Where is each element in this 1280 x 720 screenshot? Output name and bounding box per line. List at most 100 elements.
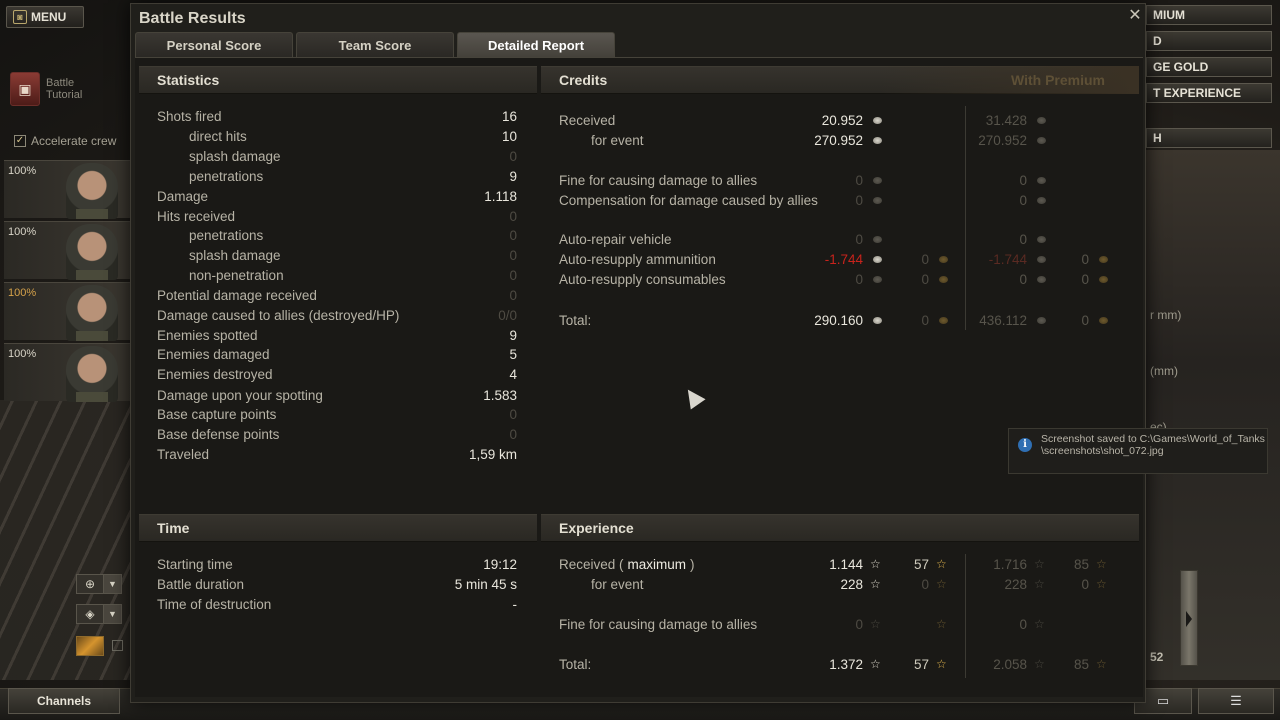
stat-label: Damage — [157, 188, 209, 204]
credits-label: Total: — [559, 312, 592, 328]
premium-credits-value: 0 — [1019, 192, 1027, 208]
gold-star-icon: ☆ — [936, 617, 947, 631]
crew-portrait — [66, 346, 118, 402]
experience-label: for event — [591, 576, 644, 592]
premium-credits-value: -1.744 — [988, 251, 1027, 267]
crew-member-2[interactable]: 100% — [4, 221, 130, 280]
carousel-count: 52 — [1150, 650, 1164, 664]
stat-value: 9 — [509, 327, 517, 343]
stat-row: penetrations 0 — [189, 225, 517, 245]
stat-row: Damage upon your spotting 1.583 — [157, 385, 517, 405]
stat-label: Base defense points — [157, 426, 280, 442]
small-checkbox[interactable] — [112, 640, 123, 651]
toast-text: Screenshot saved to C:\Games\World_of_Ta… — [1041, 433, 1265, 457]
stat-value: 1.118 — [484, 188, 517, 204]
stat-row: non-penetration 0 — [189, 265, 517, 285]
stat-label: Enemies destroyed — [157, 366, 273, 382]
battle-tutorial-button[interactable]: ▣ Battle Tutorial — [10, 72, 92, 106]
credits-row: Auto-repair vehicle 0 0 — [559, 229, 1119, 249]
credits-icon — [1037, 196, 1046, 204]
premium-credits-value: 0 — [1019, 172, 1027, 188]
credits-row: Auto-resupply ammunition -1.744 0 -1.744 0 — [559, 249, 1119, 269]
crew-portrait — [66, 163, 118, 219]
exchange-gold-button[interactable]: GE GOLD — [1146, 57, 1272, 77]
credits-value: 0 — [855, 192, 863, 208]
gold-star-icon: ☆ — [936, 657, 947, 671]
notifications-icon[interactable]: ☰ — [1198, 688, 1274, 714]
gold-button[interactable]: D — [1146, 31, 1272, 51]
time-header: Time — [139, 514, 537, 542]
crew-pct: 100% — [8, 226, 37, 238]
tutorial-label: Battle Tutorial — [46, 77, 83, 101]
time-row: Battle duration 5 min 45 s — [157, 574, 517, 594]
screenshot-toast[interactable]: i Screenshot saved to C:\Games\World_of_… — [1008, 428, 1268, 474]
premium-gold-value: 0 — [1081, 251, 1089, 267]
credits-value: -1.744 — [824, 251, 863, 267]
credits-icon — [873, 275, 882, 283]
stat-label: Traveled — [157, 446, 210, 462]
gold-icon — [939, 255, 948, 263]
stat-value: 0/0 — [498, 307, 517, 323]
stat-row: Base capture points 0 — [157, 404, 517, 424]
tab-bar: Personal Score Team Score Detailed Repor… — [135, 32, 615, 57]
tab-personal-score[interactable]: Personal Score — [135, 32, 293, 57]
credits-label: Fine for causing damage to allies — [559, 172, 758, 188]
stat-value: 10 — [501, 128, 517, 144]
time-value: 5 min 45 s — [454, 576, 517, 592]
premium-button[interactable]: MIUM — [1146, 5, 1272, 25]
carousel-arrow[interactable] — [1180, 570, 1198, 666]
close-icon[interactable]: ✕ — [1127, 8, 1143, 24]
spec-note: r mm) — [1150, 308, 1182, 322]
stat-value: 0 — [509, 227, 517, 243]
experience-value: 1.144 — [829, 556, 863, 572]
premium-credits-value: 436.112 — [979, 312, 1027, 328]
stat-row: splash damage 0 — [189, 146, 517, 166]
tab-team-score[interactable]: Team Score — [296, 32, 454, 57]
credits-row: Fine for causing damage to allies 0 0 — [559, 170, 1119, 190]
star-icon: ☆ — [1034, 657, 1045, 671]
menu-button[interactable]: ◙ MENU — [6, 6, 84, 28]
crew-pct: 100% — [8, 348, 37, 360]
convert-experience-button[interactable]: T EXPERIENCE — [1146, 83, 1272, 103]
stat-row: Damage caused to allies (destroyed/HP) 0/… — [157, 305, 517, 325]
accelerate-crew-toggle[interactable]: ✓ Accelerate crew — [14, 134, 116, 148]
credits-icon — [1037, 116, 1046, 124]
stat-value: 0 — [509, 426, 517, 442]
stat-label: direct hits — [189, 128, 247, 144]
premium-gold-value: 0 — [1081, 312, 1089, 328]
stat-row: Traveled 1,59 km — [157, 444, 517, 464]
crew-pct: 100% — [8, 165, 37, 177]
premium-free-experience-value: 0 — [1081, 576, 1089, 592]
crew-member-4[interactable]: 100% — [4, 343, 130, 402]
stat-row: direct hits 10 — [189, 126, 517, 146]
stat-label: Hits received — [157, 208, 236, 224]
with-premium-label: With Premium — [1011, 72, 1105, 88]
globe-dropdown[interactable]: ⊕ ▼ — [76, 574, 122, 594]
star-icon: ☆ — [870, 577, 881, 591]
credits-icon — [873, 176, 882, 184]
premium-experience-value: 1.716 — [993, 556, 1027, 572]
menu-icon: ◙ — [13, 10, 27, 24]
diamond-dropdown[interactable]: ◈ ▼ — [76, 604, 122, 624]
premium-experience-value: 2.058 — [993, 656, 1027, 672]
credits-icon — [1037, 316, 1046, 324]
tab-detailed-report[interactable]: Detailed Report — [457, 32, 615, 57]
camo-icon[interactable] — [76, 636, 104, 656]
statistics-header: Statistics — [139, 66, 537, 94]
channels-button[interactable]: Channels — [8, 688, 120, 714]
stat-row: Enemies spotted 9 — [157, 325, 517, 345]
stat-row: Base defense points 0 — [157, 424, 517, 444]
stat-value: 0 — [509, 267, 517, 283]
crew-member-1[interactable]: 100% — [4, 160, 130, 219]
credits-label: Auto-resupply consumables — [559, 271, 726, 287]
experience-value: 228 — [840, 576, 863, 592]
research-button[interactable]: H — [1146, 128, 1272, 148]
star-icon: ☆ — [870, 557, 881, 571]
credits-value: 20.952 — [821, 112, 863, 128]
crew-member-3[interactable]: 100% — [4, 282, 130, 341]
stat-value: 0 — [509, 148, 517, 164]
gold-icon — [1099, 275, 1108, 283]
stat-label: Enemies spotted — [157, 327, 258, 343]
stat-label: Base capture points — [157, 406, 277, 422]
credits-value: 270.952 — [814, 132, 863, 148]
